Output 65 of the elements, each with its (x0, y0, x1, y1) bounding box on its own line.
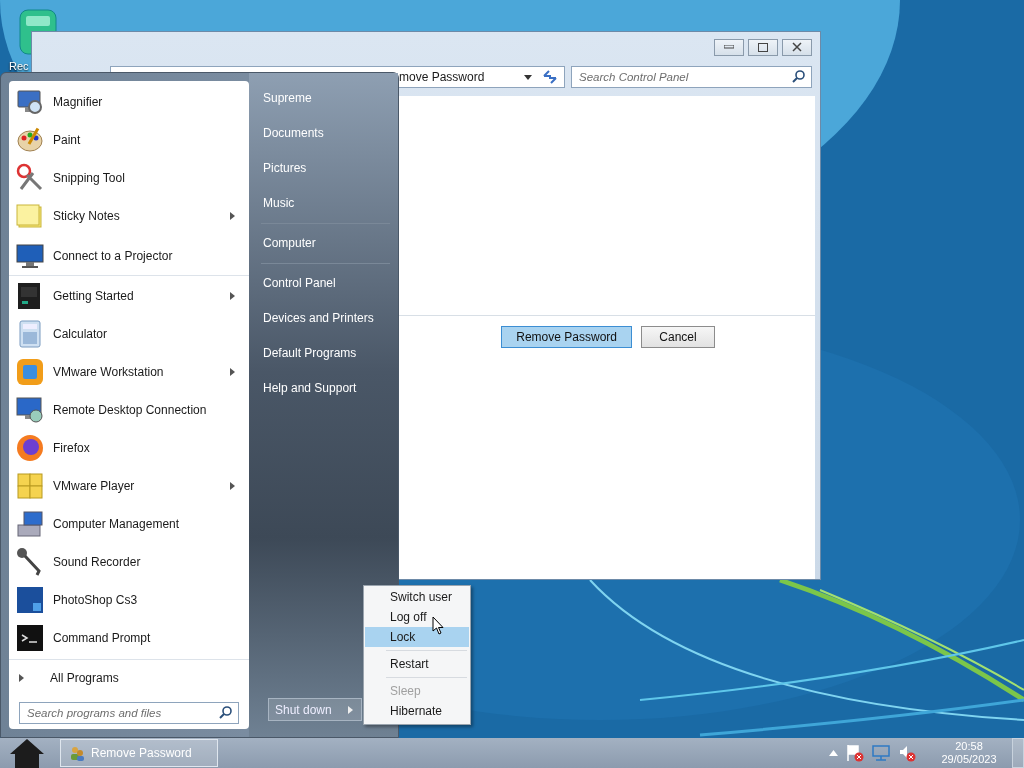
menu-item[interactable]: Hibernate (365, 701, 469, 721)
program-item[interactable]: Computer Management (9, 505, 249, 543)
mouse-cursor-icon (432, 616, 444, 635)
program-item[interactable]: Calculator (9, 315, 249, 353)
address-text: move Password (398, 70, 486, 84)
place-link[interactable]: Default Programs (261, 336, 390, 371)
submenu-arrow-icon (230, 292, 235, 300)
place-link[interactable]: Control Panel (261, 266, 390, 301)
maximize-icon (758, 42, 768, 52)
menu-item[interactable]: Lock (365, 627, 469, 654)
program-item[interactable]: Magnifier (9, 83, 249, 121)
program-item[interactable]: Snipping Tool (9, 159, 249, 197)
search-icon[interactable] (792, 70, 805, 83)
program-item[interactable]: VMware Player (9, 467, 249, 505)
remove-button[interactable]: Remove Password (501, 326, 632, 348)
place-link[interactable]: Music (261, 186, 390, 224)
puzzle-icon (15, 471, 45, 501)
close-button[interactable] (782, 38, 812, 56)
program-item[interactable]: Paint (9, 121, 249, 159)
flag-icon[interactable] (846, 744, 864, 762)
menu-item[interactable]: Switch user (365, 587, 469, 607)
refresh-icon[interactable] (542, 70, 558, 84)
monitor-icon (15, 241, 45, 271)
maximize-button[interactable] (748, 38, 778, 56)
program-item[interactable]: Sound Recorder (9, 543, 249, 581)
place-link[interactable]: Computer (261, 226, 390, 264)
all-programs-item[interactable]: All Programs (9, 664, 249, 692)
desktop-icon-label[interactable]: Rec (9, 60, 29, 72)
app-tile-icon (15, 585, 45, 615)
program-item[interactable]: Connect to a Projector (9, 235, 249, 276)
dropdown-icon[interactable] (524, 74, 532, 80)
home-icon[interactable] (8, 737, 46, 768)
submenu-arrow-icon (230, 482, 235, 490)
place-link[interactable]: Devices and Printers (261, 301, 390, 336)
minimize-icon (724, 45, 734, 49)
palette-icon (15, 125, 45, 155)
menu-item[interactable]: Log off (365, 607, 469, 627)
search-field[interactable]: Search Control Panel (571, 66, 812, 88)
program-item[interactable]: VMware Workstation (9, 353, 249, 391)
program-item[interactable]: PhotoShop Cs3 (9, 581, 249, 619)
search-field[interactable]: Search programs and files (19, 702, 239, 724)
program-item[interactable]: Remote Desktop Connection (9, 391, 249, 429)
monitor-icon (15, 395, 45, 425)
computer-icon (15, 509, 45, 539)
scissors-icon (15, 163, 45, 193)
cancel-button[interactable]: Cancel (641, 326, 715, 348)
speaker-icon[interactable] (898, 744, 916, 762)
expand-arrow-icon (19, 674, 24, 682)
place-link[interactable]: Pictures (261, 151, 390, 186)
program-item[interactable]: Command Prompt (9, 619, 249, 657)
arrow-icon (348, 705, 353, 714)
users-icon (69, 745, 85, 761)
program-item[interactable]: Sticky Notes (9, 197, 249, 235)
note-icon (15, 201, 45, 231)
browser-icon (15, 433, 45, 463)
submenu-arrow-icon (230, 368, 235, 376)
program-item[interactable]: Firefox (9, 429, 249, 467)
monitor-icon (15, 87, 45, 117)
submenu-arrow-icon (230, 212, 235, 220)
search-icon[interactable] (219, 706, 232, 719)
program-item[interactable]: Getting Started (9, 277, 249, 315)
window-icon (15, 357, 45, 387)
place-link[interactable]: Help and Support (261, 371, 390, 406)
close-icon (792, 42, 802, 52)
terminal-icon (15, 623, 45, 653)
